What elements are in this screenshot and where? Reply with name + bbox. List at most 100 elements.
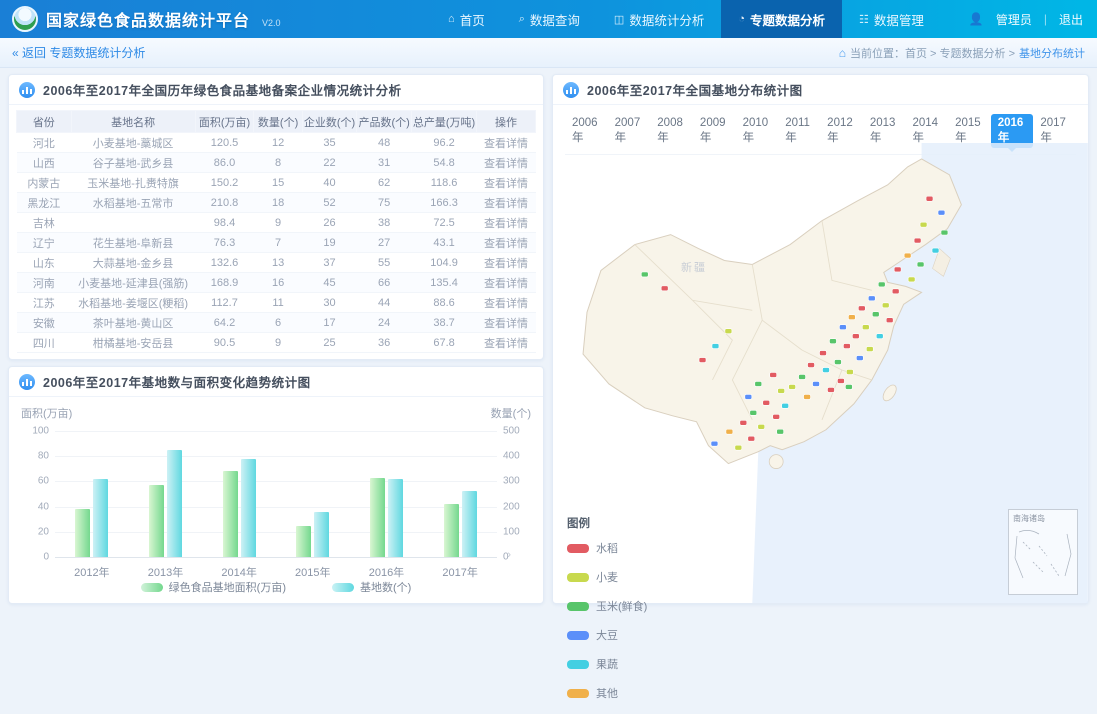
detail-link[interactable]: 查看详情 bbox=[477, 233, 536, 253]
map-legend-item[interactable]: 玉米(鲜食) bbox=[567, 598, 647, 614]
table-row[interactable]: 河北小麦基地-藁城区120.512354896.2查看详情 bbox=[17, 133, 536, 153]
province-link[interactable]: 河南 bbox=[17, 273, 72, 293]
map-marker[interactable] bbox=[878, 282, 885, 287]
table-row[interactable]: 山西谷子基地-武乡县86.08223154.8查看详情 bbox=[17, 153, 536, 173]
map-marker[interactable] bbox=[882, 303, 889, 308]
map-marker[interactable] bbox=[845, 384, 852, 389]
province-link[interactable]: 山东 bbox=[17, 253, 72, 273]
map-marker[interactable] bbox=[711, 441, 718, 446]
province-link[interactable]: 吉林 bbox=[17, 213, 72, 233]
map-marker[interactable] bbox=[804, 394, 811, 399]
map-marker[interactable] bbox=[808, 363, 815, 368]
nav-tab-数据管理[interactable]: ☷数据管理 bbox=[842, 0, 941, 38]
province-link[interactable]: 山西 bbox=[17, 153, 72, 173]
detail-link[interactable]: 查看详情 bbox=[477, 273, 536, 293]
map-marker[interactable] bbox=[758, 424, 765, 429]
map-marker[interactable] bbox=[641, 272, 648, 277]
map-marker[interactable] bbox=[778, 388, 785, 393]
table-row[interactable]: 辽宁花生基地-阜新县76.37192743.1查看详情 bbox=[17, 233, 536, 253]
table-row[interactable]: 四川柑橘基地-安岳县90.59253667.8查看详情 bbox=[17, 333, 536, 353]
map-marker[interactable] bbox=[866, 347, 873, 352]
map-marker[interactable] bbox=[763, 400, 770, 405]
map-marker[interactable] bbox=[846, 370, 853, 375]
map-marker[interactable] bbox=[932, 248, 939, 253]
map-marker[interactable] bbox=[917, 262, 924, 267]
map-legend-item[interactable]: 其他 bbox=[567, 685, 647, 701]
table-row[interactable]: 安徽茶叶基地-黄山区64.26172438.7查看详情 bbox=[17, 313, 536, 333]
map-marker[interactable] bbox=[799, 374, 806, 379]
detail-link[interactable]: 查看详情 bbox=[477, 173, 536, 193]
map-legend-item[interactable]: 大豆 bbox=[567, 627, 647, 643]
detail-link[interactable]: 查看详情 bbox=[477, 293, 536, 313]
detail-link[interactable]: 查看详情 bbox=[477, 193, 536, 213]
map-marker[interactable] bbox=[777, 429, 784, 434]
map-marker[interactable] bbox=[926, 196, 933, 201]
chart-legend-item[interactable]: 绿色食品基地面积(万亩) bbox=[141, 579, 286, 595]
province-link[interactable]: 四川 bbox=[17, 333, 72, 353]
map-marker[interactable] bbox=[938, 210, 945, 215]
map-marker[interactable] bbox=[745, 394, 752, 399]
map-marker[interactable] bbox=[725, 329, 732, 334]
map-marker[interactable] bbox=[892, 289, 899, 294]
map-marker[interactable] bbox=[837, 378, 844, 383]
map-marker[interactable] bbox=[872, 312, 879, 317]
map-marker[interactable] bbox=[843, 344, 850, 349]
logout-link[interactable]: 退出 bbox=[1059, 11, 1083, 28]
map-marker[interactable] bbox=[827, 387, 834, 392]
map-marker[interactable] bbox=[820, 351, 827, 356]
province-link[interactable]: 河北 bbox=[17, 133, 72, 153]
province-link[interactable]: 内蒙古 bbox=[17, 173, 72, 193]
china-map[interactable]: 新疆 图例 水稻小麦玉米(鲜食)大豆果蔬其他 南海诸岛 bbox=[553, 141, 1088, 603]
detail-link[interactable]: 查看详情 bbox=[477, 313, 536, 333]
breadcrumb-current[interactable]: 基地分布统计 bbox=[1019, 45, 1085, 61]
map-marker[interactable] bbox=[755, 381, 762, 386]
table-row[interactable]: 山东大蒜基地-金乡县132.6133755104.9查看详情 bbox=[17, 253, 536, 273]
nav-tab-数据统计分析[interactable]: ◫数据统计分析 bbox=[597, 0, 721, 38]
map-marker[interactable] bbox=[868, 296, 875, 301]
map-marker[interactable] bbox=[735, 445, 742, 450]
detail-link[interactable]: 查看详情 bbox=[477, 213, 536, 233]
province-link[interactable]: 辽宁 bbox=[17, 233, 72, 253]
map-marker[interactable] bbox=[770, 372, 777, 377]
map-marker[interactable] bbox=[852, 334, 859, 339]
map-marker[interactable] bbox=[914, 238, 921, 243]
username[interactable]: 管理员 bbox=[996, 11, 1032, 28]
province-link[interactable]: 安徽 bbox=[17, 313, 72, 333]
table-row[interactable]: 江苏水稻基地-姜堰区(粳稻)112.711304488.6查看详情 bbox=[17, 293, 536, 313]
detail-link[interactable]: 查看详情 bbox=[477, 153, 536, 173]
back-link[interactable]: « 返回 专题数据统计分析 bbox=[12, 44, 145, 61]
map-marker[interactable] bbox=[782, 403, 789, 408]
map-marker[interactable] bbox=[773, 414, 780, 419]
map-marker[interactable] bbox=[712, 344, 719, 349]
detail-link[interactable]: 查看详情 bbox=[477, 333, 536, 353]
map-marker[interactable] bbox=[661, 286, 668, 291]
chart-legend-item[interactable]: 基地数(个) bbox=[332, 579, 411, 595]
map-marker[interactable] bbox=[750, 410, 757, 415]
nav-tab-首页[interactable]: ⌂首页 bbox=[431, 0, 502, 38]
map-marker[interactable] bbox=[886, 318, 893, 323]
map-marker[interactable] bbox=[748, 436, 755, 441]
map-marker[interactable] bbox=[789, 384, 796, 389]
map-marker[interactable] bbox=[856, 356, 863, 361]
map-legend-item[interactable]: 小麦 bbox=[567, 569, 647, 585]
province-link[interactable]: 黑龙江 bbox=[17, 193, 72, 213]
table-row[interactable]: 黑龙江水稻基地-五常市210.8185275166.3查看详情 bbox=[17, 193, 536, 213]
map-marker[interactable] bbox=[876, 334, 883, 339]
nav-tab-专题数据分析[interactable]: ◔专题数据分析 bbox=[721, 0, 842, 38]
map-marker[interactable] bbox=[834, 360, 841, 365]
table-row[interactable]: 吉林98.49263872.5查看详情 bbox=[17, 213, 536, 233]
map-marker[interactable] bbox=[862, 325, 869, 330]
nav-tab-数据查询[interactable]: ⌕数据查询 bbox=[502, 0, 597, 38]
detail-link[interactable]: 查看详情 bbox=[477, 253, 536, 273]
map-marker[interactable] bbox=[908, 277, 915, 282]
map-marker[interactable] bbox=[829, 339, 836, 344]
table-row[interactable]: 内蒙古玉米基地-扎赉特旗150.2154062118.6查看详情 bbox=[17, 173, 536, 193]
map-marker[interactable] bbox=[822, 368, 829, 373]
map-legend-item[interactable]: 果蔬 bbox=[567, 656, 647, 672]
map-marker[interactable] bbox=[904, 253, 911, 258]
map-marker[interactable] bbox=[941, 230, 948, 235]
map-marker[interactable] bbox=[920, 222, 927, 227]
map-marker[interactable] bbox=[726, 429, 733, 434]
map-marker[interactable] bbox=[740, 420, 747, 425]
map-marker[interactable] bbox=[839, 325, 846, 330]
